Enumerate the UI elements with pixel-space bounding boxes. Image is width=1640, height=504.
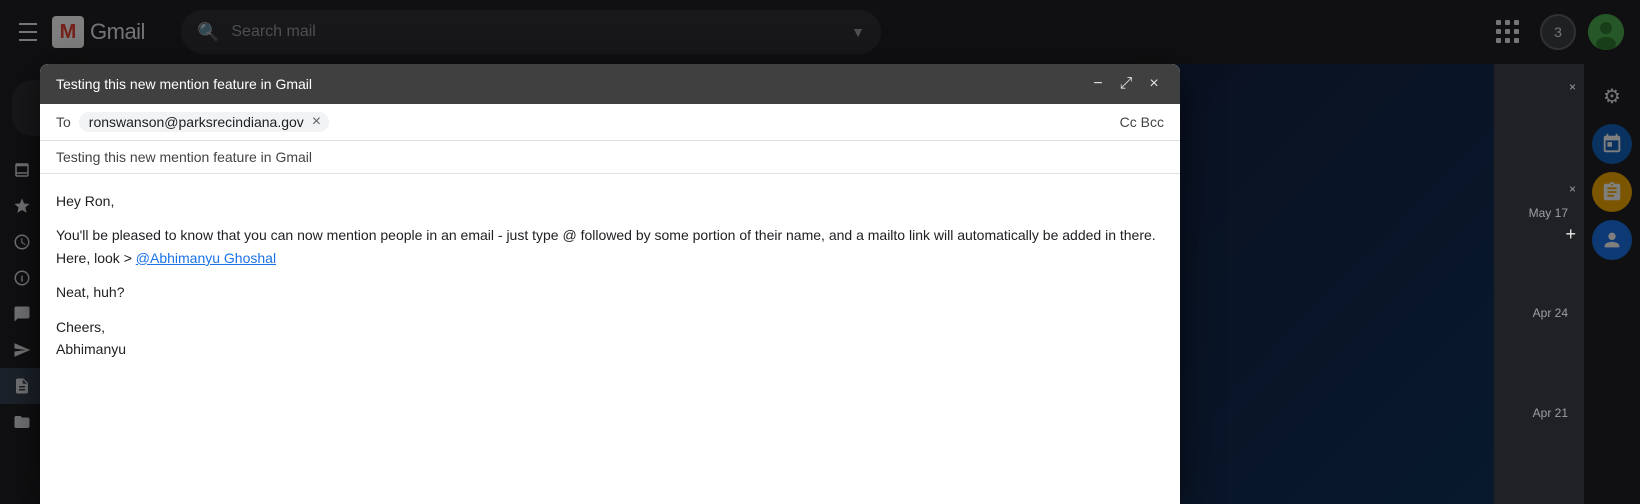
compose-subject-row: Testing this new mention feature in Gmai… — [40, 141, 1180, 174]
add-icon[interactable]: + — [1565, 224, 1576, 244]
body-greeting: Hey Ron, — [56, 190, 1164, 212]
recipient-email: ronswanson@parksrecindiana.gov — [89, 114, 304, 130]
compose-dialog-actions: − ⤢ × — [1088, 74, 1164, 94]
x-icon-1[interactable]: × — [1569, 80, 1576, 94]
compose-body[interactable]: Hey Ron, You'll be pleased to know that … — [40, 174, 1180, 504]
compose-dialog-header: Testing this new mention feature in Gmai… — [40, 64, 1180, 104]
x-icon-2[interactable]: × — [1569, 182, 1576, 196]
cc-bcc-button[interactable]: Cc Bcc — [1120, 114, 1164, 130]
compose-subject-text: Testing this new mention feature in Gmai… — [56, 149, 312, 165]
body-neat: Neat, huh? — [56, 281, 1164, 303]
minimize-button[interactable]: − — [1088, 74, 1108, 94]
date-label-1: May 17 — [1521, 202, 1576, 224]
to-label: To — [56, 114, 71, 130]
date-label-3: Apr 21 — [1525, 402, 1576, 424]
mention-link[interactable]: @Abhimanyu Ghoshal — [136, 250, 276, 266]
compose-to-row: To ronswanson@parksrecindiana.gov × Cc B… — [40, 104, 1180, 141]
close-button[interactable]: × — [1144, 74, 1164, 94]
body-main-text: You'll be pleased to know that you can n… — [56, 224, 1164, 269]
recipient-chip[interactable]: ronswanson@parksrecindiana.gov × — [79, 112, 329, 132]
compose-dialog: Testing this new mention feature in Gmai… — [40, 64, 1180, 504]
body-signature: Cheers,Abhimanyu — [56, 316, 1164, 361]
side-date-panel: × × May 17 Apr 24 Apr 21 + — [1494, 64, 1584, 504]
chip-remove-icon[interactable]: × — [312, 114, 321, 130]
maximize-button[interactable]: ⤢ — [1116, 74, 1136, 94]
date-label-2: Apr 24 — [1525, 302, 1576, 324]
compose-dialog-title: Testing this new mention feature in Gmai… — [56, 76, 312, 92]
